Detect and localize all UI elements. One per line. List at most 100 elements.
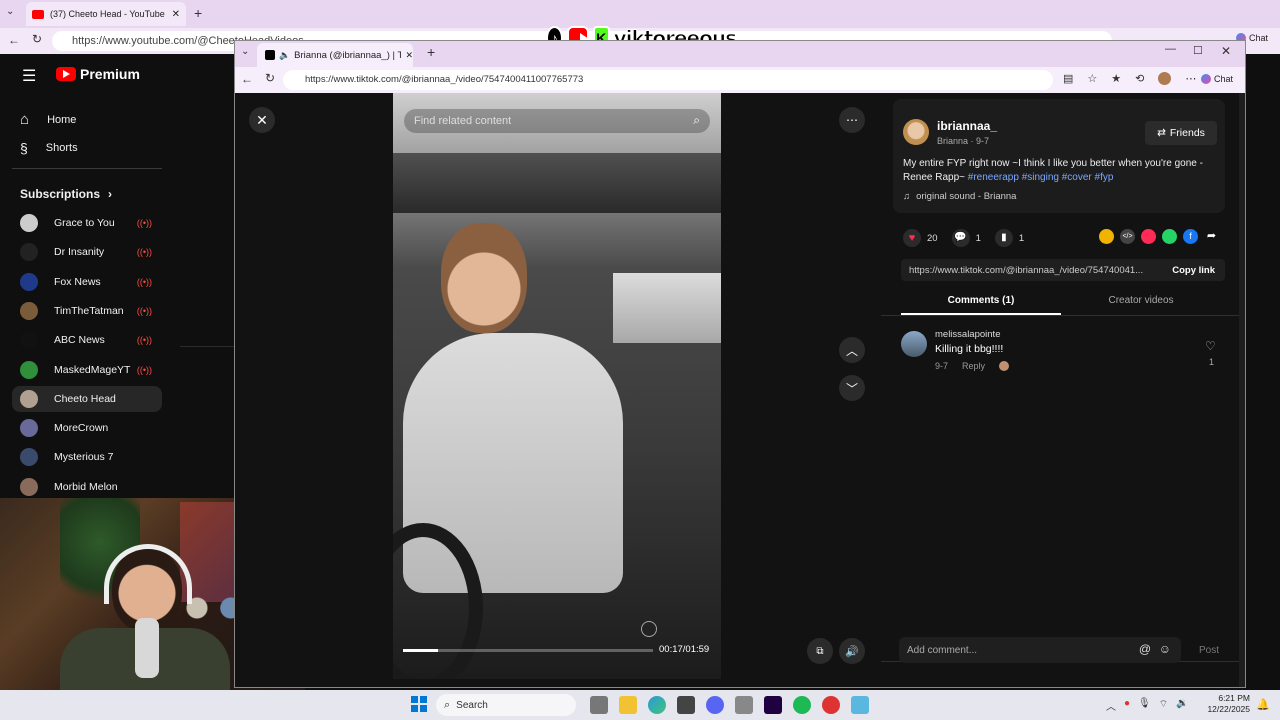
- close-video-button[interactable]: ✕: [249, 107, 275, 133]
- back-icon[interactable]: ←: [8, 33, 20, 47]
- more-icon[interactable]: ⋯: [1185, 72, 1196, 85]
- taskbar-search-placeholder: Search: [456, 699, 488, 711]
- nav-home[interactable]: ⌂ Home: [20, 111, 76, 128]
- more-options-button[interactable]: ⋯: [839, 107, 865, 133]
- post-button[interactable]: Post: [1199, 645, 1219, 656]
- taskbar-clock[interactable]: 6:21 PM 12/22/2025: [1206, 693, 1250, 715]
- notification-icon[interactable]: 🔔: [1256, 698, 1270, 711]
- sidebar-item-grace-to-you[interactable]: Grace to You ((•)): [12, 210, 162, 236]
- author-avatar[interactable]: [903, 119, 929, 145]
- discord-icon[interactable]: [706, 696, 724, 714]
- video-search-box[interactable]: Find related content ⌕: [404, 109, 710, 133]
- repost-icon[interactable]: [1099, 229, 1114, 244]
- add-comment-placeholder: Add comment...: [907, 644, 978, 656]
- live-indicator-icon: ((•)): [136, 276, 152, 287]
- tiktok-address-bar[interactable]: https://www.tiktok.com/@ibriannaa_/video…: [283, 70, 1053, 90]
- chat-button[interactable]: Chat: [1201, 74, 1233, 84]
- menu-icon[interactable]: ☰: [22, 66, 36, 86]
- profile-avatar[interactable]: [1158, 72, 1172, 85]
- taskbar-search[interactable]: ⌕ Search: [436, 694, 576, 716]
- volume-button[interactable]: 🔊: [839, 638, 865, 664]
- send-icon[interactable]: [1141, 229, 1156, 244]
- youtube-tab[interactable]: (37) Cheeto Head - YouTube ✕: [26, 2, 186, 26]
- comment-like-icon[interactable]: ♡: [1205, 339, 1216, 353]
- sidebar-item-timthetatman[interactable]: TimTheTatman ((•)): [12, 298, 162, 324]
- share-arrow-icon[interactable]: ➦: [1204, 229, 1219, 244]
- comment-button[interactable]: 💬 1: [951, 229, 981, 247]
- back-icon[interactable]: ←: [241, 72, 253, 86]
- like-button[interactable]: ♥ 20: [903, 229, 938, 247]
- whatsapp-icon[interactable]: [1162, 229, 1177, 244]
- tab-list-button[interactable]: ⌄: [6, 6, 20, 20]
- reading-mode-icon[interactable]: ▤: [1063, 72, 1073, 85]
- emoji-icon[interactable]: ☺: [1159, 642, 1171, 656]
- author-handle[interactable]: ibriannaa_: [937, 119, 997, 133]
- youtube-favicon-icon: [32, 9, 44, 19]
- new-tab-icon[interactable]: +: [194, 5, 202, 21]
- tab-comments[interactable]: Comments (1): [901, 295, 1061, 315]
- tab-list-button[interactable]: ⌄: [241, 46, 249, 57]
- maximize-icon[interactable]: ☐: [1193, 44, 1203, 57]
- scrollbar[interactable]: [1239, 93, 1245, 687]
- close-tab-icon[interactable]: ✕: [405, 50, 413, 61]
- previous-video-button[interactable]: ︿: [839, 337, 865, 363]
- favorites-icon[interactable]: ★: [1111, 72, 1121, 85]
- notepad-icon[interactable]: [851, 696, 869, 714]
- favorite-star-icon[interactable]: ☆: [1087, 72, 1097, 85]
- sidebar-item-cheeto-head[interactable]: Cheeto Head: [12, 385, 162, 412]
- premiere-icon[interactable]: [764, 696, 782, 714]
- sidebar-item-morecrown[interactable]: MoreCrown: [12, 415, 162, 441]
- mic-icon[interactable]: 🎙: [1138, 698, 1151, 713]
- video-player[interactable]: Find related content ⌕ 00:17/01:59: [393, 93, 721, 679]
- file-explorer-task-icon[interactable]: [590, 696, 608, 714]
- mention-icon[interactable]: @: [1139, 642, 1151, 656]
- caption-hashtags[interactable]: #reneerapp #singing #cover #fyp: [968, 172, 1114, 183]
- reload-icon[interactable]: ↻: [32, 32, 42, 46]
- close-window-icon[interactable]: ✕: [1221, 44, 1231, 58]
- reply-button[interactable]: Reply: [962, 361, 985, 371]
- save-button[interactable]: ▮ 1: [994, 229, 1024, 247]
- minimize-icon[interactable]: —: [1165, 43, 1176, 55]
- start-icon[interactable]: [411, 696, 427, 712]
- embed-icon[interactable]: </>: [1120, 229, 1135, 244]
- new-tab-icon[interactable]: +: [427, 44, 435, 60]
- nav-shorts[interactable]: § Shorts: [20, 140, 78, 156]
- chevron-up-icon[interactable]: ︿: [1106, 698, 1116, 713]
- sidebar-item-dr-insanity[interactable]: Dr Insanity ((•)): [12, 239, 162, 265]
- close-tab-icon[interactable]: ✕: [172, 9, 180, 20]
- sidebar-item-abc-news[interactable]: ABC News ((•)): [12, 327, 162, 353]
- sidebar-item-morbid-melon[interactable]: Morbid Melon: [12, 474, 162, 500]
- pip-button[interactable]: ⧉: [807, 638, 833, 664]
- tiktok-tab[interactable]: 🔈 Brianna (@ibriannaa_) | TikTok ✕: [257, 43, 413, 67]
- subscriptions-header[interactable]: Subscriptions ›: [20, 187, 112, 201]
- obs-icon[interactable]: [822, 696, 840, 714]
- youtube-logo[interactable]: Premium: [56, 66, 140, 82]
- sidebar-item-maskedmageyt[interactable]: MaskedMageYT ((•)): [12, 357, 162, 383]
- tab-creator-videos[interactable]: Creator videos: [1061, 295, 1221, 315]
- next-video-button[interactable]: ﹀: [839, 375, 865, 401]
- spotify-icon[interactable]: [793, 696, 811, 714]
- sidebar-item-fox-news[interactable]: Fox News ((•)): [12, 269, 162, 295]
- reload-icon[interactable]: ↻: [265, 71, 275, 85]
- sidebar-item-mysterious-7[interactable]: Mysterious 7: [12, 444, 162, 470]
- volume-icon[interactable]: 🔉: [1176, 698, 1188, 713]
- commenter-avatar[interactable]: [901, 331, 927, 357]
- video-progress-track[interactable]: [403, 649, 653, 652]
- history-icon[interactable]: ⟲: [1135, 72, 1144, 85]
- search-icon[interactable]: ⌕: [693, 113, 700, 128]
- facebook-icon[interactable]: f: [1183, 229, 1198, 244]
- video-pause-icon[interactable]: [641, 621, 657, 637]
- xbox-icon[interactable]: [735, 696, 753, 714]
- store-icon[interactable]: [677, 696, 695, 714]
- add-comment-box[interactable]: Add comment... @ ☺: [899, 637, 1181, 663]
- antivirus-icon[interactable]: ●: [1124, 698, 1130, 713]
- commenter-name[interactable]: melissalapointe: [935, 329, 1000, 340]
- friends-button[interactable]: ⇄ Friends: [1145, 121, 1217, 145]
- divider: [12, 168, 162, 169]
- sound-row[interactable]: ♫ original sound - Brianna: [903, 191, 1016, 202]
- copy-link-button[interactable]: Copy link: [1172, 265, 1215, 276]
- folder-icon[interactable]: [619, 696, 637, 714]
- edge-icon[interactable]: [648, 696, 666, 714]
- wifi-icon[interactable]: ⌔: [1159, 698, 1168, 713]
- copilot-icon: [1201, 74, 1211, 84]
